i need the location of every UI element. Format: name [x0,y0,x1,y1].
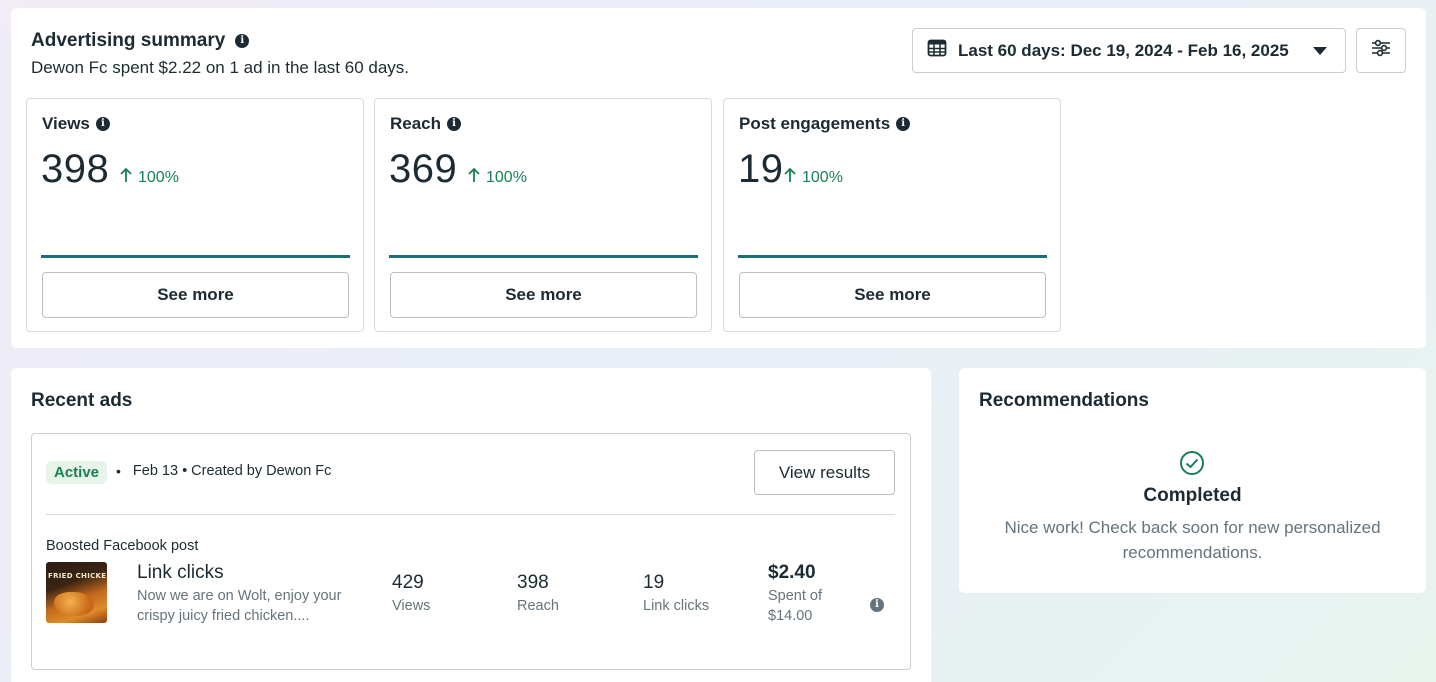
metric-change: 100% [120,167,179,188]
stat-value: 398 [517,572,549,593]
ad-meta: • Feb 13 • Created by Dewon Fc [116,463,331,479]
summary-title-row: Advertising summary i [31,30,250,52]
info-icon[interactable]: i [95,117,110,131]
metric-change: 100% [468,167,527,188]
ad-thumbnail[interactable]: FRIED CHICKEN [46,562,107,623]
metric-label: Post engagements [739,114,891,133]
stat-label: Views [392,598,431,614]
see-more-button[interactable]: See more [739,272,1046,318]
metric-label-row: Views i [42,114,110,134]
metric-label-row: Post engagements i [739,114,911,134]
metric-change: 100% [784,167,843,188]
filter-settings-button[interactable] [1356,28,1406,73]
info-icon[interactable]: i [896,117,911,131]
metric-change-value: 100% [486,168,527,186]
arrow-up-icon [468,167,480,188]
recommendations-card: Recommendations Completed Nice work! Che… [959,368,1426,593]
metric-label: Views [42,114,90,133]
stat-label: Reach [517,598,559,614]
sliders-icon [1370,39,1392,62]
summary-title: Advertising summary [31,30,226,51]
calendar-icon [927,38,947,63]
recommendations-message: Nice work! Check back soon for new perso… [1004,518,1381,562]
stat-views: 429 Views [392,572,430,616]
info-icon[interactable]: i [870,598,884,612]
info-icon[interactable]: i [235,34,250,48]
stat-link-clicks: 19 Link clicks [643,572,709,616]
stat-value: $2.40 [768,562,816,583]
metric-change-value: 100% [802,168,843,186]
stat-label: Link clicks [643,598,710,614]
metric-trend-line [738,255,1047,258]
metric-card-reach: Reach i 369 100% See more [374,98,712,332]
divider [46,514,895,515]
metric-label-row: Reach i [390,114,462,134]
summary-subtitle: Dewon Fc spent $2.22 on 1 ad in the last… [31,58,410,77]
arrow-up-icon [120,167,132,188]
ad-item: Active • Feb 13 • Created by Dewon Fc Vi… [31,433,911,670]
status-badge: Active [46,461,108,484]
stat-value: 19 [643,572,665,593]
metric-card-post-engagements: Post engagements i 19 100% See more [723,98,1061,332]
metric-card-views: Views i 398 100% See more [26,98,364,332]
recommendations-title: Recommendations [979,390,1149,411]
ad-meta-text: Feb 13 • Created by Dewon Fc [132,463,332,479]
stat-label: Spent of $14.00 [768,588,823,624]
metric-value: 19 [738,147,784,191]
metric-label: Reach [390,114,442,133]
caret-down-icon [1313,47,1327,55]
stat-spent: $2.40 Spent of $14.00 [768,562,838,626]
metric-trend-line [389,255,698,258]
date-range-label: Last 60 days: Dec 19, 2024 - Feb 16, 202… [958,40,1289,60]
stat-value: 429 [392,572,424,593]
info-icon[interactable]: i [447,117,462,131]
ad-headline: Link clicks [137,562,224,583]
ad-type: Boosted Facebook post [46,538,199,554]
date-range-dropdown[interactable]: Last 60 days: Dec 19, 2024 - Feb 16, 202… [912,28,1346,73]
metric-trend-line [41,255,350,258]
metric-change-value: 100% [138,168,179,186]
thumbnail-text: FRIED CHICKEN [48,572,107,580]
stat-reach: 398 Reach [517,572,559,616]
view-results-button[interactable]: View results [754,450,895,495]
see-more-button[interactable]: See more [42,272,349,318]
see-more-button[interactable]: See more [390,272,697,318]
metric-value: 369 [389,147,458,191]
advertising-summary-card: Advertising summary i Dewon Fc spent $2.… [11,8,1426,348]
metric-value: 398 [41,147,110,191]
arrow-up-icon [784,167,796,188]
recommendations-status: Completed [1143,485,1242,506]
fried-chicken-image [54,592,94,616]
separator-dot: • [116,463,121,479]
recent-ads-card: Recent ads Active • Feb 13 • Created by … [11,368,931,682]
ad-description: Now we are on Wolt, enjoy your crispy ju… [137,588,342,624]
recent-ads-title: Recent ads [31,390,133,411]
check-circle-icon [1179,450,1205,481]
